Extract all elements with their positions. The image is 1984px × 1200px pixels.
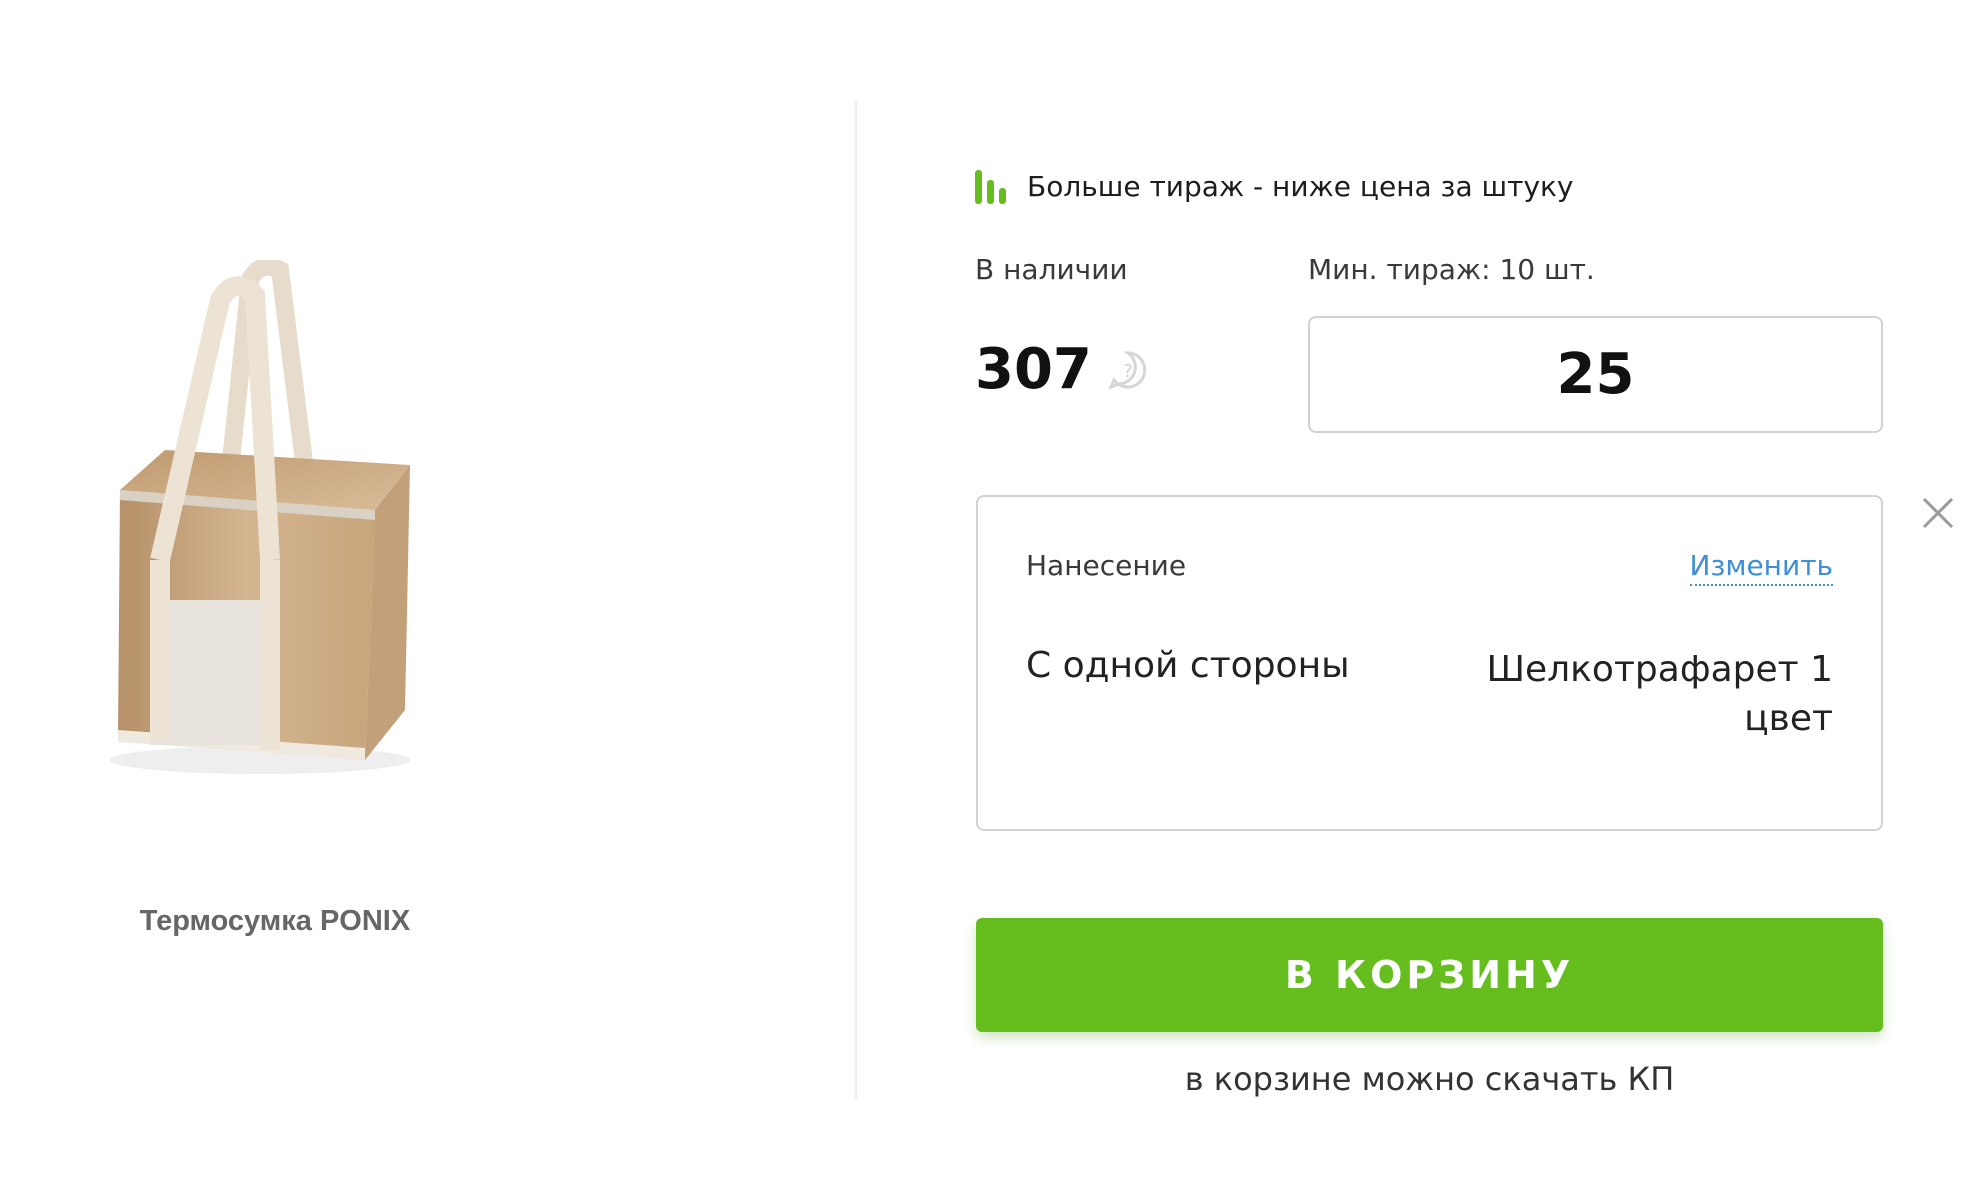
printing-option-card: Нанесение Изменить С одной стороны Шелко… — [976, 495, 1883, 831]
svg-text:?: ? — [1123, 361, 1133, 382]
printing-title: Нанесение — [1026, 549, 1187, 582]
stock-value: 307 — [975, 337, 1092, 402]
question-mark-icon[interactable]: ? — [1108, 350, 1148, 390]
promo-text: Больше тираж - ниже цена за штуку — [1027, 169, 1574, 203]
stock-label: В наличии — [975, 253, 1128, 286]
printing-side: С одной стороны — [1026, 645, 1350, 686]
product-name: Термосумка PONIX — [139, 905, 411, 937]
close-icon[interactable] — [1918, 493, 1958, 533]
volume-discount-banner: Больше тираж - ниже цена за штуку — [975, 168, 1574, 204]
panel-divider — [855, 100, 857, 1100]
bar-chart-icon — [975, 170, 1006, 204]
change-printing-link[interactable]: Изменить — [1689, 549, 1833, 586]
printing-method: Шелкотрафарет 1 цвет — [1486, 649, 1833, 739]
add-to-cart-button[interactable]: В КОРЗИНУ — [976, 918, 1883, 1032]
cart-note: в корзине можно скачать КП — [1184, 1060, 1675, 1098]
product-image — [110, 260, 410, 774]
min-quantity-label: Мин. тираж: 10 шт. — [1308, 253, 1595, 286]
quantity-input[interactable] — [1308, 316, 1883, 433]
